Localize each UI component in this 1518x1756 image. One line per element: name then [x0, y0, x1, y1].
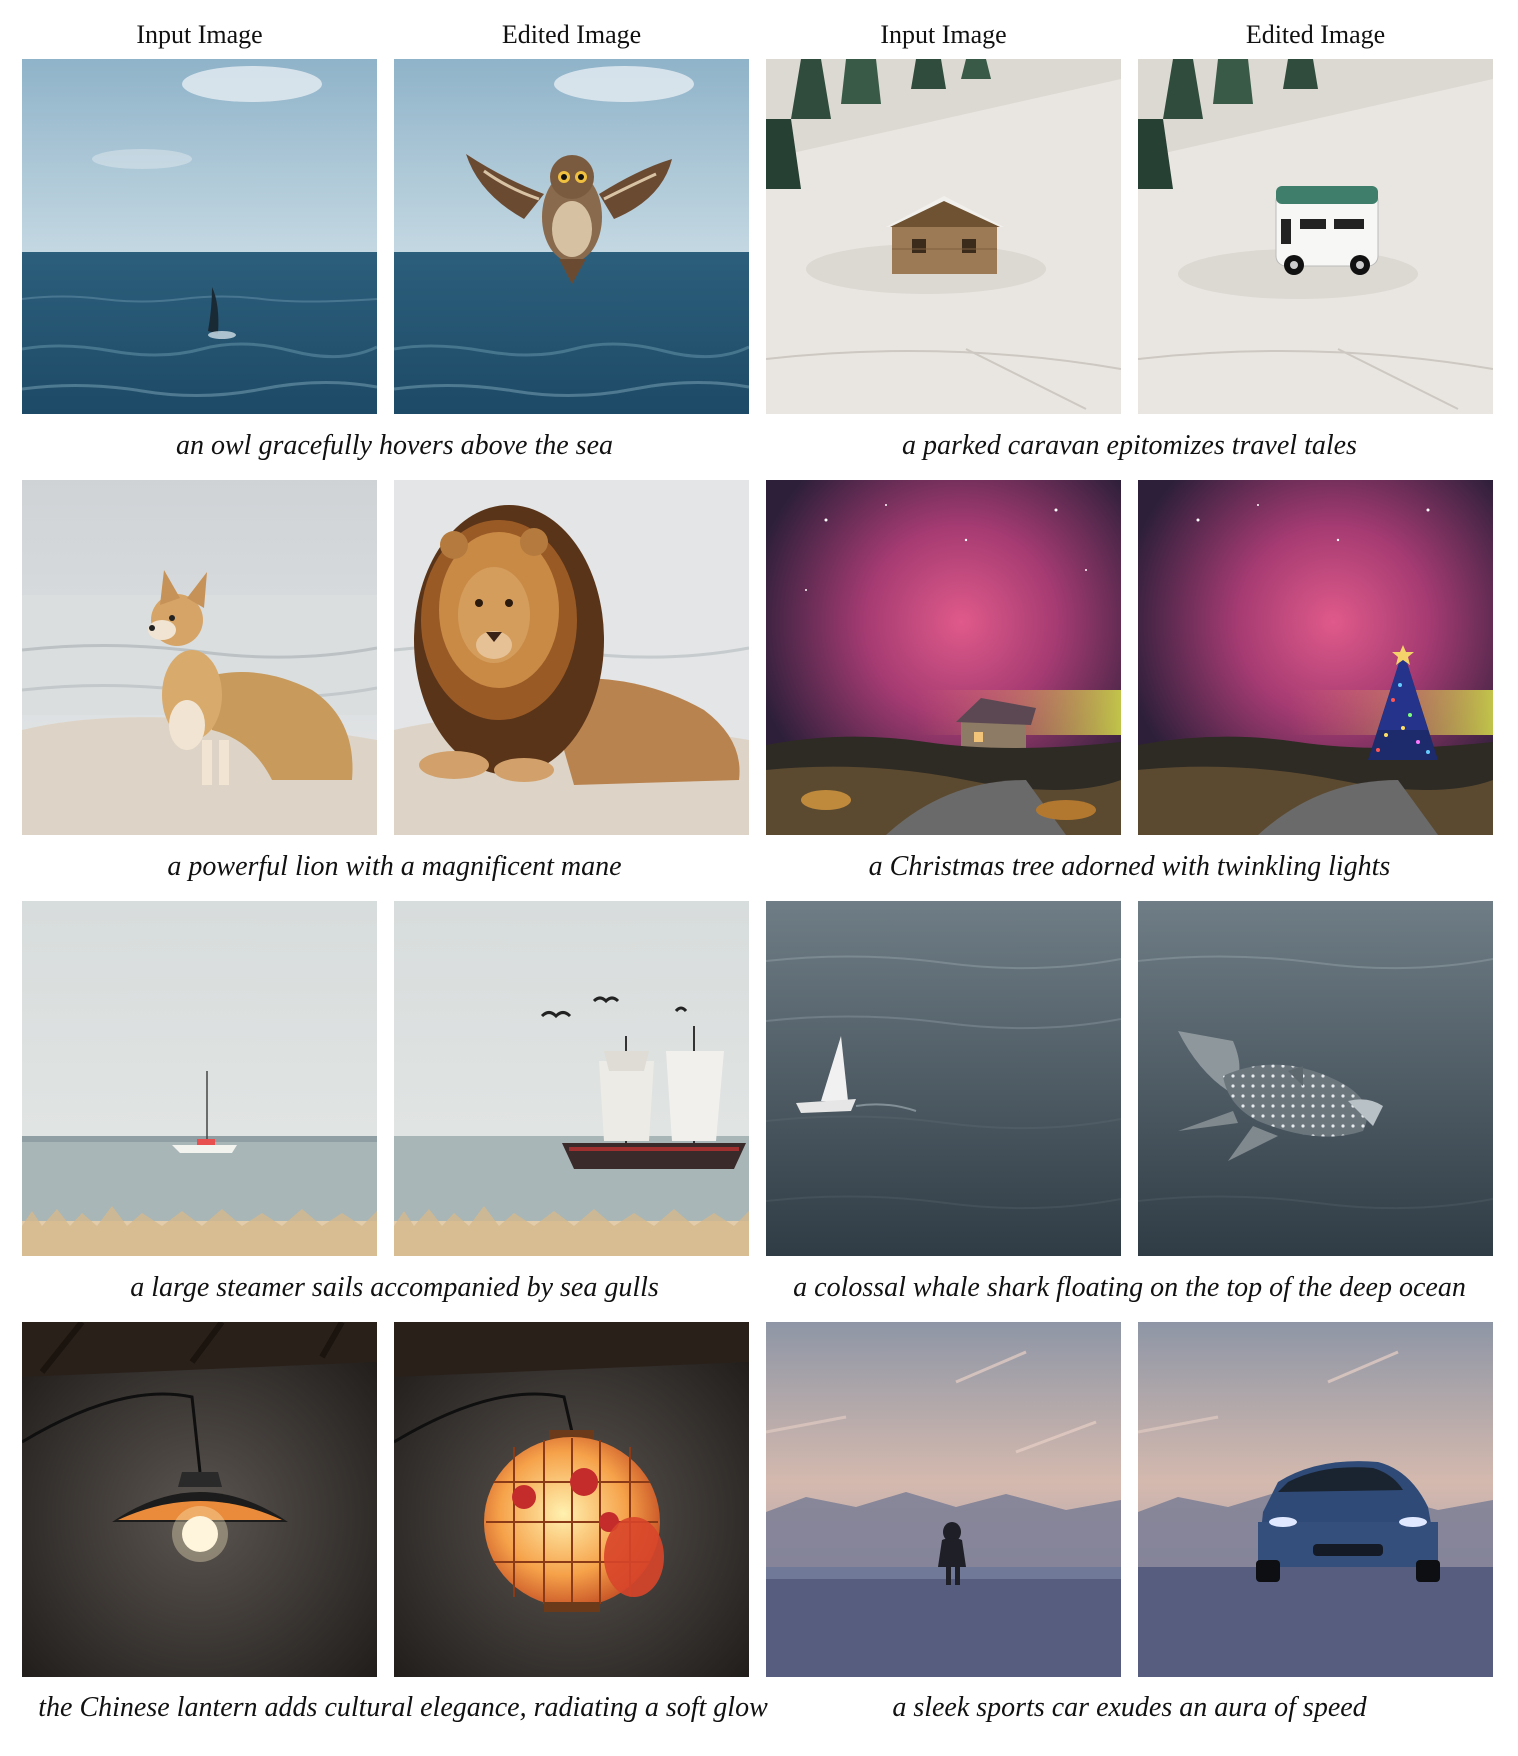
caption-steamer: a large steamer sails accompanied by sea…: [130, 1272, 659, 1303]
image-beach-corgi-input: [22, 480, 377, 835]
image-room-lantern-edited: [394, 1322, 749, 1677]
image-aurora-christmas-tree-edited: [1138, 480, 1493, 835]
caption-whale-shark: a colossal whale shark floating on the t…: [793, 1272, 1466, 1303]
image-sea-owl-edited: [394, 59, 749, 414]
image-snow-caravan-edited: [1138, 59, 1493, 414]
caption-christmas-tree: a Christmas tree adorned with twinkling …: [868, 851, 1391, 882]
image-ocean-sailboat-input: [766, 901, 1121, 1256]
header-edited-left: Edited Image: [501, 20, 642, 49]
header-input-right: Input Image: [880, 20, 1007, 49]
image-sea-sailboat-input: [22, 901, 377, 1256]
image-aurora-cottage-input: [766, 480, 1121, 835]
image-field-person-input: [766, 1322, 1121, 1677]
caption-lantern: the Chinese lantern adds cultural elegan…: [38, 1692, 768, 1723]
header-input-left: Input Image: [136, 20, 263, 49]
image-sea-dolphin-input: [22, 59, 377, 414]
image-field-sports-car-edited: [1138, 1322, 1493, 1677]
image-snow-cabin-input: [766, 59, 1121, 414]
header-edited-right: Edited Image: [1245, 20, 1386, 49]
caption-lion: a powerful lion with a magnificent mane: [167, 851, 622, 882]
image-beach-lion-edited: [394, 480, 749, 835]
caption-owl: an owl gracefully hovers above the sea: [175, 430, 613, 461]
caption-sports-car: a sleek sports car exudes an aura of spe…: [892, 1692, 1367, 1723]
image-ocean-whale-shark-edited: [1138, 901, 1493, 1256]
image-sea-steamer-edited: [394, 901, 749, 1256]
caption-caravan: a parked caravan epitomizes travel tales: [902, 430, 1357, 461]
image-room-lamp-input: [22, 1322, 377, 1677]
